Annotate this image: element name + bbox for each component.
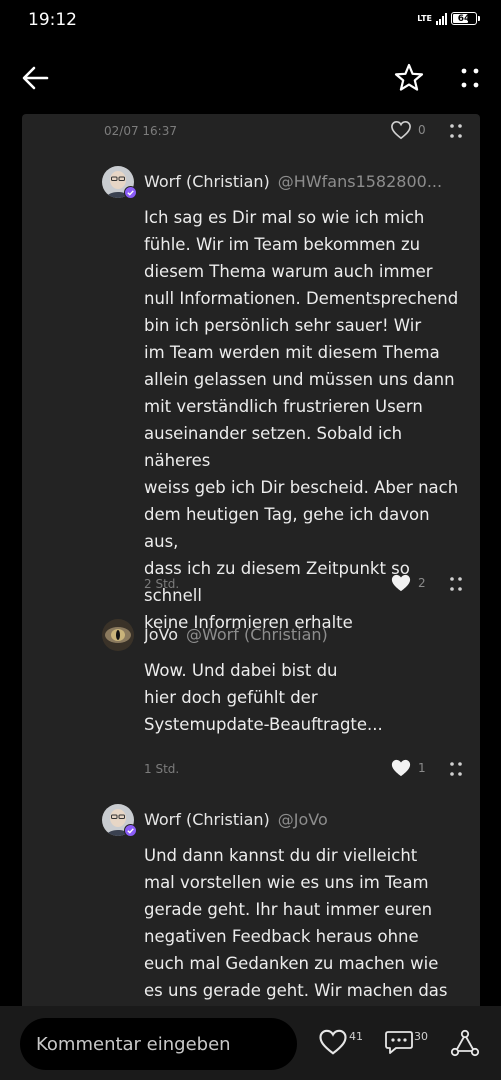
heart-outline-icon[interactable]	[318, 1028, 348, 1056]
comment-thread: 02/07 16:37 0 Worf (Christian) @HWfans15…	[22, 114, 480, 1014]
author-line: Worf (Christian) @HWfans1582800...	[144, 172, 462, 191]
like-count: 1	[418, 761, 426, 775]
more-dots-icon[interactable]	[448, 573, 464, 595]
comment-input-container[interactable]	[20, 1018, 297, 1070]
comment-item: JoVo @Worf (Christian) Wow. Und dabei bis…	[102, 619, 472, 749]
more-options-button[interactable]	[455, 62, 485, 94]
more-dots-icon	[461, 68, 479, 88]
comment-line: mit verständlich frustrieren Usern	[144, 397, 423, 416]
like-button[interactable]: 2	[390, 573, 426, 593]
comment-line: weiss geb ich Dir bescheid. Aber nach	[144, 478, 459, 497]
comment-body: Und dann kannst du dir vielleicht mal vo…	[144, 842, 464, 1004]
comment-meta-row: 2 Std. 2	[22, 569, 480, 599]
comment-line: im Team werden mit diesem Thema	[144, 343, 440, 362]
signal-icon	[436, 12, 447, 25]
like-button[interactable]: 0	[390, 120, 426, 140]
avatar[interactable]	[102, 619, 134, 651]
comment-line: null Informationen. Dementsprechend	[144, 289, 459, 308]
more-dots-icon[interactable]	[448, 758, 464, 780]
like-count: 2	[418, 576, 426, 590]
comment-line: Systemupdate-Beauftragte...	[144, 715, 383, 734]
verified-badge-icon	[124, 186, 137, 199]
parent-meta-row: 02/07 16:37 0	[22, 116, 480, 146]
author-handle[interactable]: @Worf (Christian)	[186, 625, 328, 644]
comment-line: euch mal Gedanken zu machen wie	[144, 954, 439, 973]
avatar-jovo-icon	[102, 619, 134, 651]
author-name[interactable]: JoVo	[144, 625, 178, 644]
comment-line: Und dann kannst du dir vielleicht	[144, 846, 418, 865]
comment-line: dem heutigen Tag, gehe ich davon aus,	[144, 505, 430, 551]
battery-level: 64	[457, 13, 471, 24]
heart-filled-icon	[391, 574, 411, 592]
comment-item: Worf (Christian) @HWfans1582800... Ich sa…	[102, 166, 472, 632]
bottom-action-bar: 41 30	[0, 1006, 501, 1080]
author-name[interactable]: Worf (Christian)	[144, 172, 270, 191]
comment-line: gerade geht. Ihr haut immer euren	[144, 900, 433, 919]
comment-line: allein gelassen und müssen uns dann	[144, 370, 455, 389]
author-handle[interactable]: @JoVo	[278, 810, 328, 829]
like-count: 0	[418, 123, 426, 137]
author-name[interactable]: Worf (Christian)	[144, 810, 270, 829]
comment-item: Worf (Christian) @JoVo Und dann kannst du…	[102, 804, 472, 1014]
top-app-bar	[0, 50, 501, 106]
comment-line: Wow. Und dabei bist du	[144, 661, 338, 680]
heart-outline-icon	[391, 120, 411, 140]
comment-line: diesem Thema warum auch immer	[144, 262, 433, 281]
like-button[interactable]: 1	[390, 758, 426, 778]
comment-bubble-icon[interactable]	[384, 1028, 414, 1056]
comment-timestamp: 1 Std.	[144, 762, 180, 776]
comment-line: hier doch gefühlt der	[144, 688, 318, 707]
comment-line: bin ich persönlich sehr sauer! Wir	[144, 316, 422, 335]
share-icon[interactable]	[450, 1028, 480, 1058]
arrow-left-icon	[22, 66, 49, 90]
favorite-button[interactable]	[393, 62, 425, 94]
comment-meta-row: 1 Std. 1	[22, 754, 480, 784]
comment-line: mal vorstellen wie es uns im Team	[144, 873, 429, 892]
battery-icon: 64	[451, 12, 480, 25]
status-bar: 19:12 LTE 64	[0, 0, 501, 42]
comment-line: es uns gerade geht. Wir machen das	[144, 981, 448, 1000]
comment-timestamp: 2 Std.	[144, 577, 180, 591]
comment-input[interactable]	[36, 1033, 286, 1055]
comment-body: Wow. Und dabei bist du hier doch gefühlt…	[144, 657, 464, 738]
post-timestamp: 02/07 16:37	[104, 124, 177, 138]
star-outline-icon	[394, 63, 424, 91]
more-dots-icon[interactable]	[448, 120, 464, 142]
status-icons: LTE 64	[417, 12, 480, 25]
comment-line: Ich sag es Dir mal so wie ich mich	[144, 208, 425, 227]
author-line: JoVo @Worf (Christian)	[144, 625, 462, 644]
author-line: Worf (Christian) @JoVo	[144, 810, 462, 829]
comment-total-count: 30	[414, 1030, 428, 1043]
like-total-count: 41	[349, 1030, 363, 1043]
verified-badge-icon	[124, 824, 137, 837]
author-handle[interactable]: @HWfans1582800...	[278, 172, 442, 191]
back-button[interactable]	[20, 62, 52, 94]
comment-line: fühle. Wir im Team bekommen zu	[144, 235, 421, 254]
heart-filled-icon	[391, 759, 411, 777]
comment-line: auseinander setzen. Sobald ich näheres	[144, 424, 403, 470]
comment-line: negativen Feedback heraus ohne	[144, 927, 419, 946]
network-type: LTE	[417, 13, 432, 23]
status-time: 19:12	[28, 10, 77, 30]
